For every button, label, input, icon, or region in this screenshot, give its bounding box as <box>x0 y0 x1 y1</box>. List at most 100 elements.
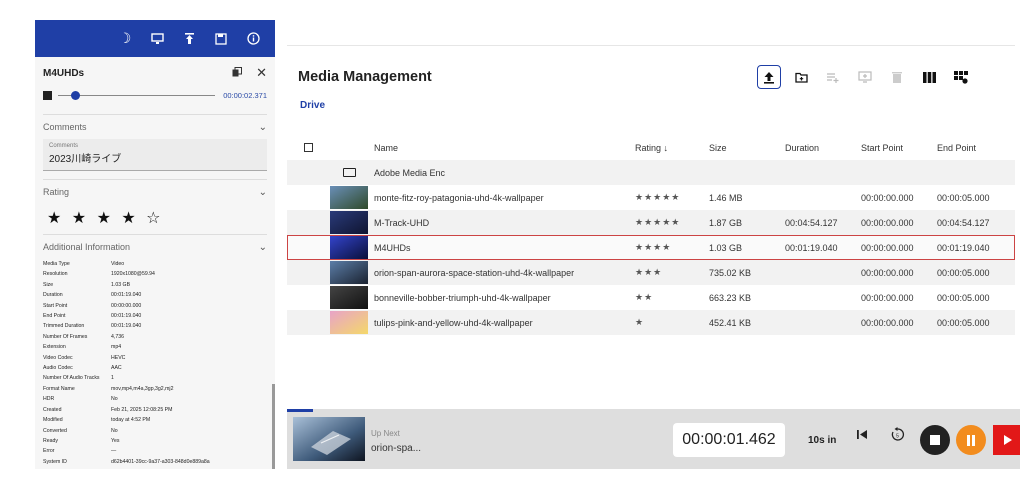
close-icon[interactable]: ✕ <box>256 65 267 81</box>
table-row[interactable]: orion-span-aurora-space-station-uhd-4k-w… <box>287 260 1015 285</box>
info-key: Media Type <box>43 261 70 267</box>
upload-arrow-icon[interactable] <box>173 20 205 57</box>
new-folder-icon[interactable] <box>789 65 813 89</box>
media-table: Name Rating ↓ Size Duration Start Point … <box>287 135 1015 335</box>
rating-stars[interactable]: ★ ★ ★ ★ ☆ <box>43 204 267 234</box>
columns-icon[interactable] <box>917 65 941 89</box>
info-row: Format Name mov,mp4,m4a,3gp,3g2,mj2 <box>43 384 267 394</box>
comments-section-header[interactable]: Comments ⌄ <box>43 115 267 139</box>
info-row: Resolution 1920x1080@59.94 <box>43 269 267 279</box>
row-name: M4UHDs <box>374 242 411 253</box>
row-name: monte-fitz-roy-patagonia-uhd-4k-wallpape… <box>374 192 544 203</box>
grid-settings-icon[interactable] <box>949 65 973 89</box>
play-next-button[interactable] <box>993 425 1020 455</box>
image-icon[interactable] <box>43 90 52 100</box>
stop-button[interactable] <box>920 425 950 455</box>
info-key: Number Of Frames <box>43 333 88 340</box>
info-row: Audio Codec AAC <box>43 363 267 373</box>
column-rating[interactable]: Rating ↓ <box>635 143 668 153</box>
info-row: Start Point 00:00:00.000 <box>43 301 267 311</box>
chevron-down-icon[interactable]: ⌄ <box>259 242 267 253</box>
additional-info-label: Additional Information <box>43 242 131 252</box>
additional-info-header[interactable]: Additional Information ⌄ <box>43 235 267 259</box>
monitor-icon[interactable] <box>141 20 173 57</box>
page-title: Media Management <box>298 69 432 85</box>
row-size: 735.02 KB <box>709 267 752 278</box>
row-thumbnail <box>330 236 368 259</box>
column-name[interactable]: Name <box>374 143 398 153</box>
stop-icon <box>930 435 940 445</box>
add-to-screen-icon[interactable] <box>853 65 877 89</box>
add-to-list-icon[interactable] <box>821 65 845 89</box>
column-start-point[interactable]: Start Point <box>861 143 903 153</box>
info-value: Feb 21, 2025 12:08:25 PM <box>111 406 173 413</box>
row-rating: ★★★★★ <box>635 217 681 227</box>
row-start-point: 00:00:00.000 <box>861 292 914 303</box>
row-rating: ★ <box>635 317 645 327</box>
copy-icon[interactable] <box>232 66 243 80</box>
comments-field[interactable]: Comments 2023川崎ライブ <box>43 139 267 171</box>
row-duration: 00:04:54.127 <box>785 217 838 228</box>
info-key: Created <box>43 406 62 413</box>
table-row[interactable]: M4UHDs ★★★★ 1.03 GB 00:01:19.040 00:00:00.00… <box>287 235 1015 260</box>
row-thumbnail <box>330 211 368 234</box>
delete-icon[interactable] <box>885 65 909 89</box>
info-row: Number Of Audio Tracks 1 <box>43 373 267 383</box>
info-key: Modified <box>43 417 63 424</box>
info-key: Size <box>43 281 54 288</box>
info-icon[interactable] <box>237 20 269 57</box>
replay-icon[interactable]: 5 <box>890 427 905 445</box>
skip-label[interactable]: 10s in <box>808 435 836 446</box>
rating-section-label: Rating <box>43 187 70 197</box>
table-row[interactable]: tulips-pink-and-yellow-uhd-4k-wallpaper ★… <box>287 310 1015 335</box>
info-key: Format Name <box>43 385 75 392</box>
info-row: Media Type Video <box>43 259 267 269</box>
info-value: 00:01:19.040 <box>111 292 142 299</box>
skip-to-start-icon[interactable] <box>857 429 868 443</box>
folder-row[interactable]: Adobe Media Enc <box>287 160 1015 185</box>
playhead-slider[interactable] <box>58 90 216 100</box>
row-start-point: 00:00:00.000 <box>861 267 914 278</box>
moon-icon[interactable]: ☽ <box>109 20 141 57</box>
up-next-name: orion-spa... <box>371 443 422 454</box>
info-value: Yes <box>111 437 120 444</box>
row-name: orion-span-aurora-space-station-uhd-4k-w… <box>374 267 575 278</box>
row-size: 1.46 MB <box>709 192 743 203</box>
pause-button[interactable] <box>956 425 986 455</box>
info-table: Media Type Video Resolution 1920x1080@59.94… <box>43 259 267 467</box>
info-value: Video <box>111 261 125 267</box>
upload-icon[interactable] <box>757 65 781 89</box>
info-value: — <box>111 448 117 455</box>
column-duration[interactable]: Duration <box>785 143 819 153</box>
up-next-thumbnail[interactable] <box>293 417 365 461</box>
row-name: tulips-pink-and-yellow-uhd-4k-wallpaper <box>374 317 533 328</box>
row-name: M-Track-UHD <box>374 217 430 228</box>
chevron-down-icon[interactable]: ⌄ <box>259 187 267 198</box>
column-size[interactable]: Size <box>709 143 727 153</box>
info-key: Duration <box>43 292 63 299</box>
info-row: Extension mp4 <box>43 342 267 352</box>
save-icon[interactable] <box>205 20 237 57</box>
info-value: 4,736 <box>111 333 124 340</box>
panel-scrollbar[interactable] <box>272 384 275 469</box>
info-key: Error <box>43 448 55 455</box>
playback-progress[interactable] <box>287 409 313 412</box>
column-end-point[interactable]: End Point <box>937 143 976 153</box>
breadcrumb[interactable]: Drive <box>300 100 325 111</box>
row-rating: ★★★★★ <box>635 192 681 202</box>
up-next-label: Up Next <box>371 429 400 438</box>
info-row: Converted No <box>43 426 267 436</box>
folder-icon <box>343 168 356 177</box>
playhead-knob[interactable] <box>70 90 80 100</box>
rating-section-header[interactable]: Rating ⌄ <box>43 180 267 204</box>
timecode-display: 00:00:01.462 <box>673 423 785 457</box>
table-row[interactable]: monte-fitz-roy-patagonia-uhd-4k-wallpape… <box>287 185 1015 210</box>
row-thumbnail <box>330 186 368 209</box>
select-all-checkbox[interactable] <box>304 143 313 152</box>
info-value: 00:00:00.000 <box>111 302 142 309</box>
table-row[interactable]: M-Track-UHD ★★★★★ 1.87 GB 00:04:54.127 00:00… <box>287 210 1015 235</box>
table-row[interactable]: bonneville-bobber-triumph-uhd-4k-wallpap… <box>287 285 1015 310</box>
media-management: Media Management Drive Name Rating ↓ Siz… <box>287 45 1015 467</box>
chevron-down-icon[interactable]: ⌄ <box>259 122 267 133</box>
row-start-point: 00:00:00.000 <box>861 242 914 253</box>
